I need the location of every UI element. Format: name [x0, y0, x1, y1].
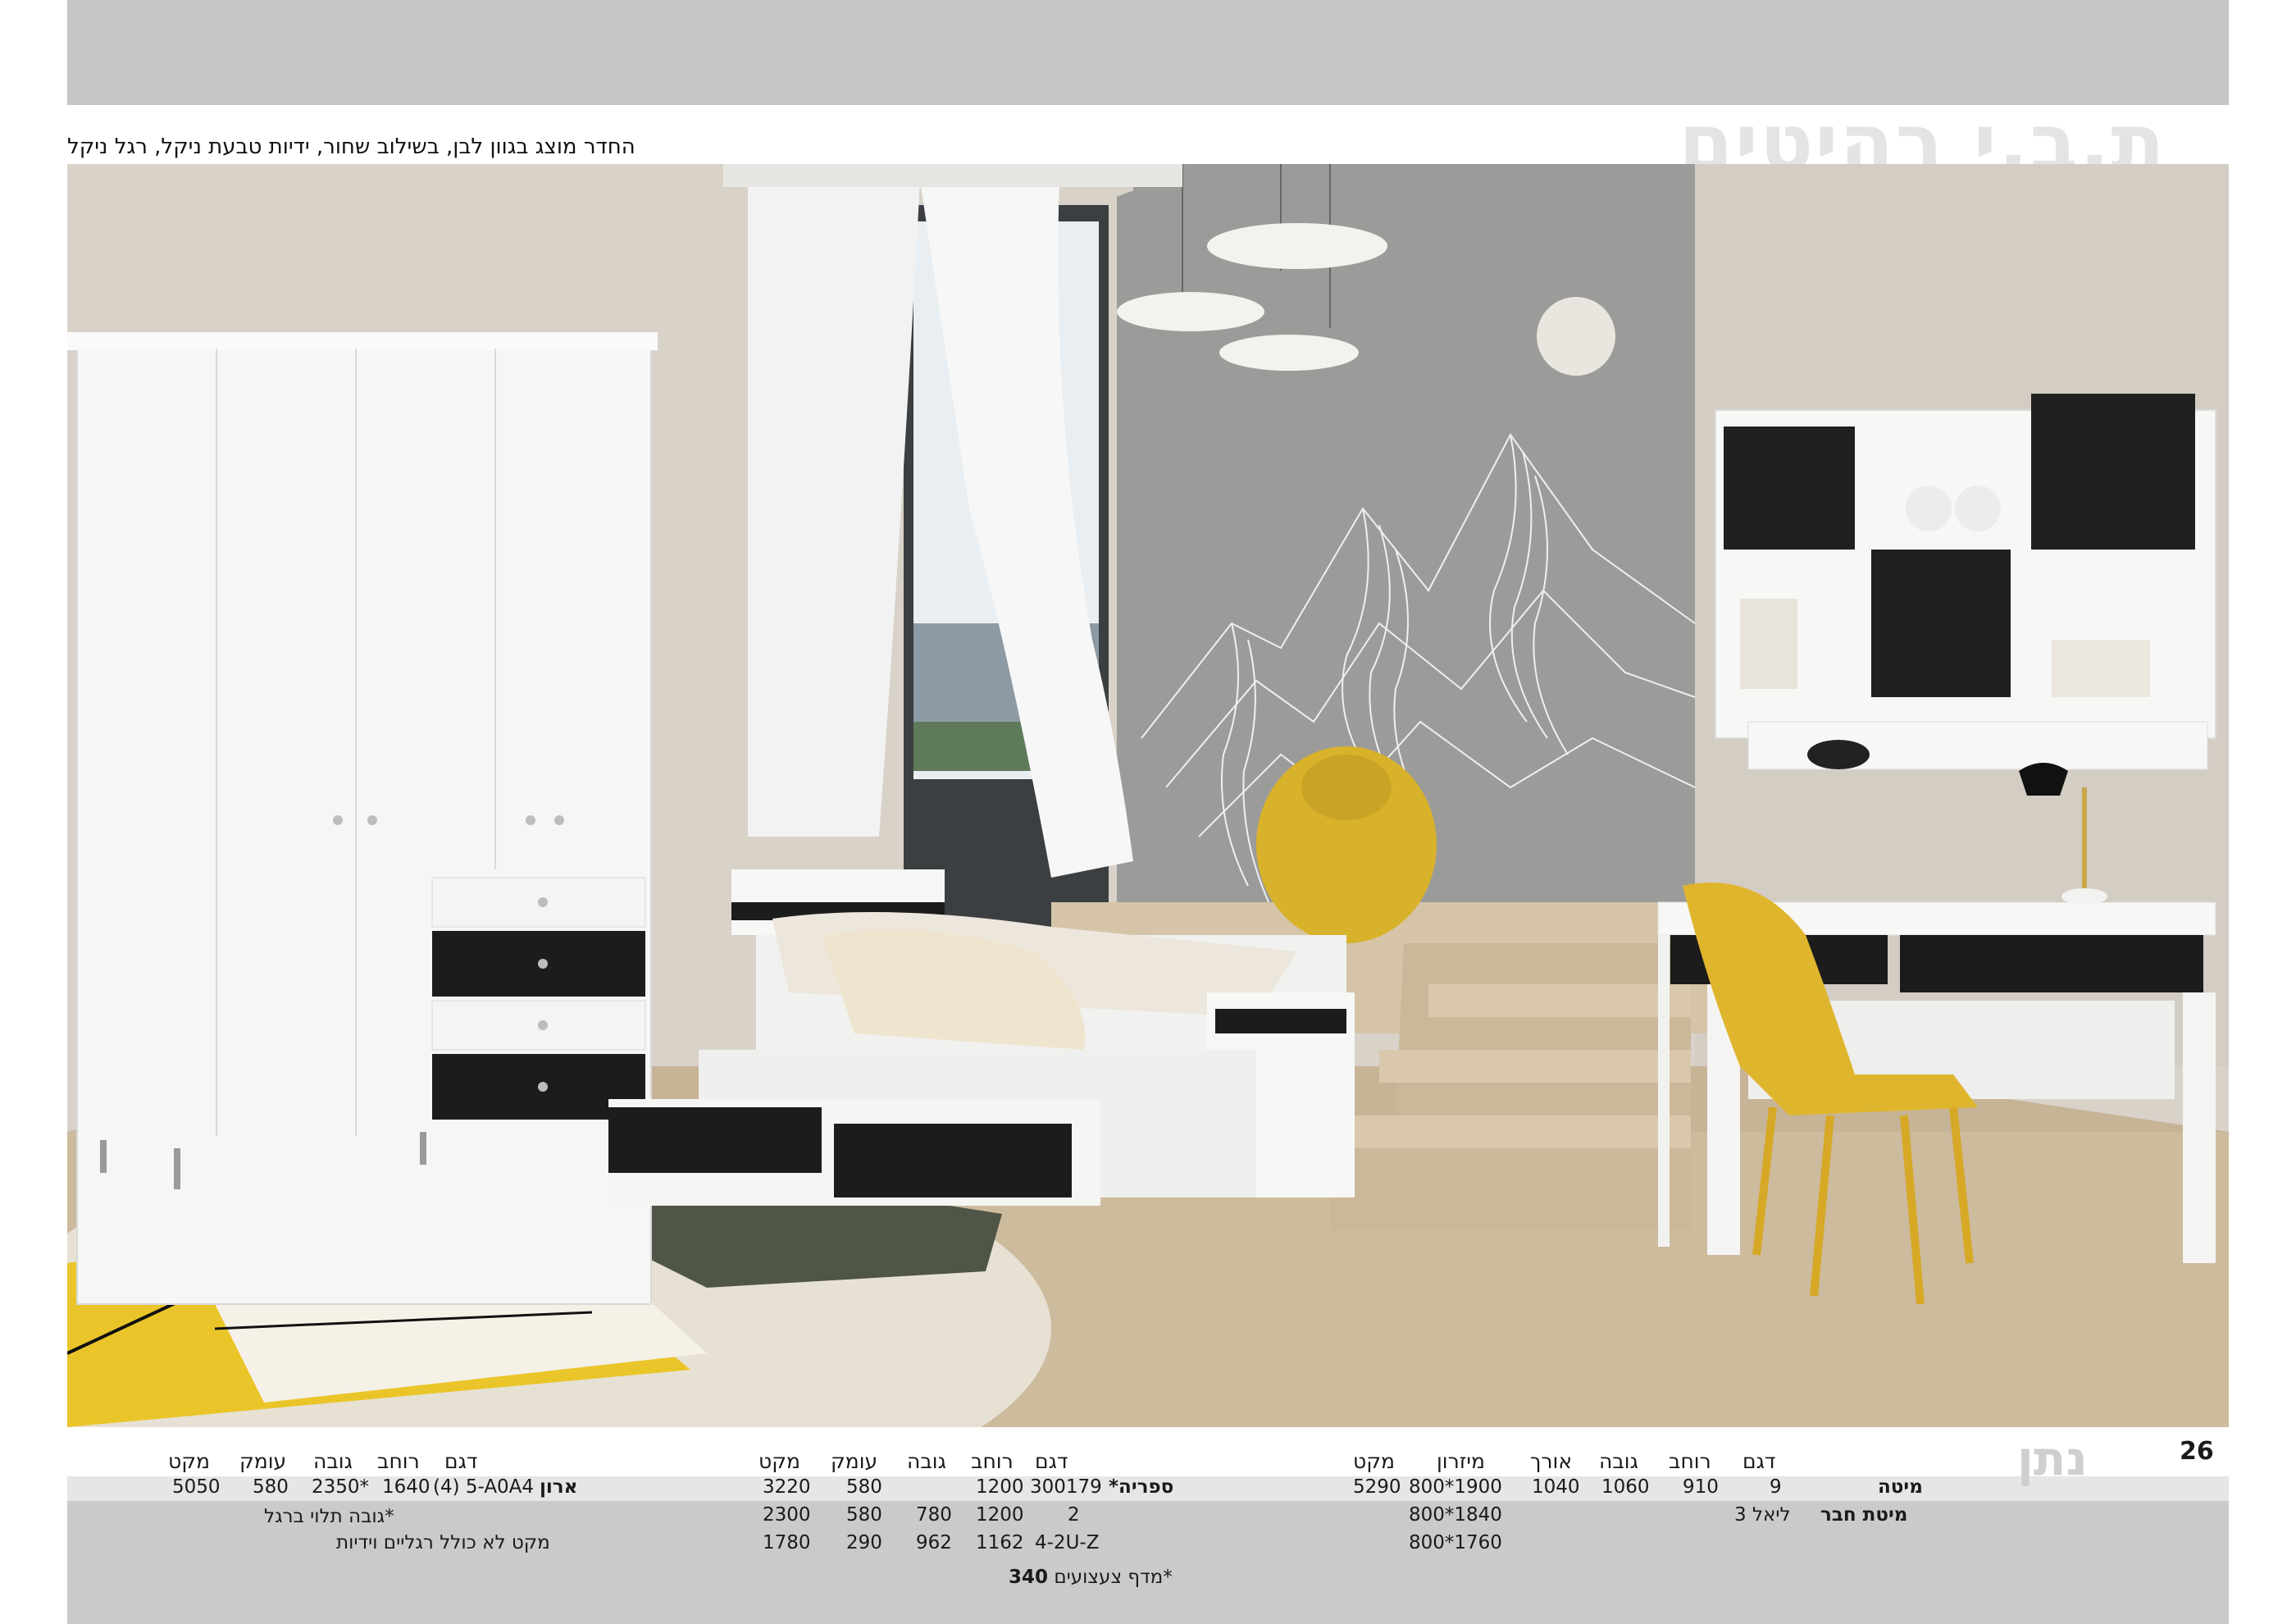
bed-row-width: 910 [1683, 1476, 1719, 1498]
shelf-row3-model: 4-2U-Z [1035, 1532, 1100, 1553]
trundle-row-mattress: 800*1840 [1409, 1504, 1502, 1526]
shelf-row3-depth: 290 [846, 1532, 882, 1553]
shelf-row2-depth: 580 [846, 1504, 882, 1526]
bed-row-name: מיטה [1878, 1476, 1923, 1498]
room-photo [67, 164, 2229, 1427]
wardrobe-row-model: (4) 5-A0A4 [433, 1476, 535, 1498]
shelf-header-height: גובה [907, 1449, 946, 1473]
shelf-header-depth: עומק [831, 1449, 878, 1473]
trundle-row-model: ליאל 3 [1734, 1504, 1791, 1526]
page-number: 26 [2180, 1437, 2214, 1466]
wardrobe-row-sku: 5050 [172, 1476, 221, 1498]
shelf-row3-width: 1162 [976, 1532, 1024, 1553]
collection-title: נתן [2017, 1430, 2088, 1486]
bed-row-model: 9 [1770, 1476, 1782, 1498]
header-band [67, 0, 2229, 105]
bed-row-mattress: 800*1900 [1409, 1476, 1502, 1498]
shelf-header-width: רוחב [971, 1449, 1014, 1473]
wardrobe-row-depth: 580 [253, 1476, 289, 1498]
trundle-row-mattress-2: 800*1760 [1409, 1532, 1502, 1553]
shelf-row-name: ספריה* [1109, 1476, 1174, 1498]
shelf-row-sku: 3220 [763, 1476, 811, 1498]
bed-header-sku: מקט [1353, 1449, 1395, 1473]
shelf-row2-sku: 2300 [763, 1504, 811, 1526]
wardrobe-note-height: *גובה תלוי ברגל [264, 1506, 394, 1527]
toys-shelf-label: *מדף צעצועים [1054, 1567, 1173, 1588]
bed-row-sku: 5290 [1353, 1476, 1401, 1498]
wardrobe-header-model: דגם [444, 1449, 478, 1473]
wardrobe-header-width: רוחב [377, 1449, 420, 1473]
bed-header-mattress: מיזרון [1437, 1449, 1485, 1473]
bed-header-width: רוחב [1669, 1449, 1711, 1473]
shelf-row2-width: 1200 [976, 1504, 1024, 1526]
shelf-row2-height: 780 [916, 1504, 952, 1526]
shelf-header-sku: מקט [758, 1449, 800, 1473]
wardrobe-row-height: 2350* [312, 1476, 370, 1498]
wardrobe-row-width: 1640 [382, 1476, 430, 1498]
shelf-row2-model: 2 [1068, 1504, 1080, 1526]
shelf-header-model: דגם [1035, 1449, 1068, 1473]
photo-caption: החדר מוצג בגוון לבן, בשילוב שחור, ידיות … [67, 135, 636, 159]
shelf-row-model: 300179 [1030, 1476, 1102, 1498]
shelf-row-depth: 580 [846, 1476, 882, 1498]
wardrobe-row-name: ארון [540, 1476, 578, 1498]
wardrobe-note-sku: מקט לא כולל רגליים וידיות [336, 1532, 550, 1553]
bed-header-height: גובה [1599, 1449, 1638, 1473]
wardrobe-header-depth: עומק [239, 1449, 287, 1473]
wardrobe-header-height: גובה [313, 1449, 353, 1473]
shelf-note: *מדף צעצועים 340 [1009, 1567, 1173, 1588]
shelf-row3-sku: 1780 [763, 1532, 811, 1553]
toys-shelf-number: 340 [1009, 1567, 1049, 1588]
wardrobe-header-sku: מקט [168, 1449, 210, 1473]
bed-header-length: אורך [1530, 1449, 1573, 1473]
bed-header-model: דגם [1742, 1449, 1776, 1473]
bed-row-height: 1060 [1601, 1476, 1650, 1498]
bed-row-length: 1040 [1532, 1476, 1580, 1498]
trundle-row-name: מיטת חבר [1820, 1504, 1908, 1526]
shelf-row-width: 1200 [976, 1476, 1024, 1498]
shelf-row3-height: 962 [916, 1532, 952, 1553]
